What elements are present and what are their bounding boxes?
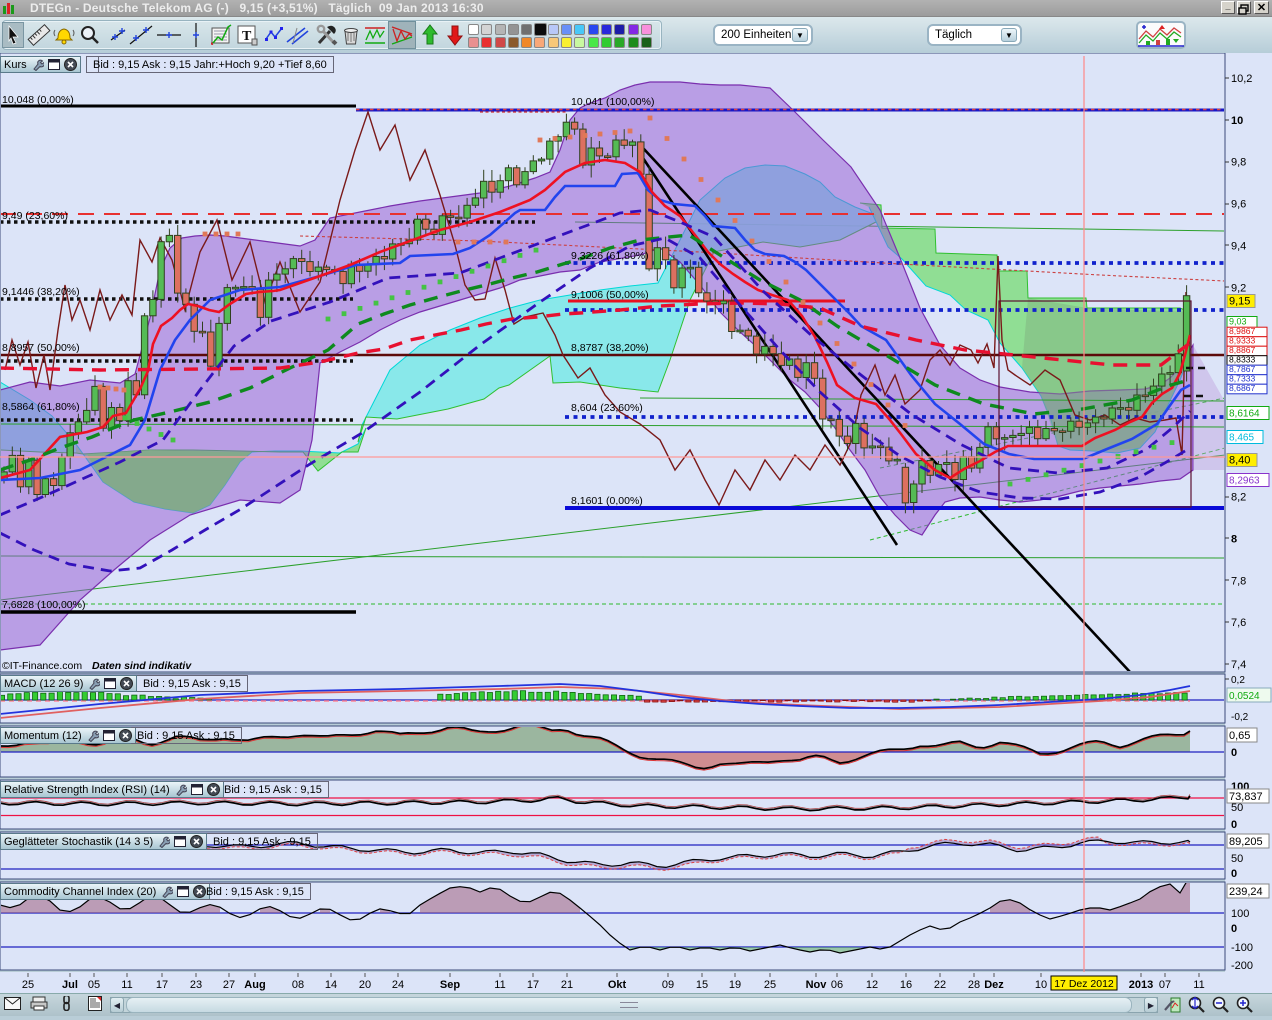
svg-text:8,2963: 8,2963	[1229, 476, 1260, 487]
svg-text:50: 50	[1231, 802, 1243, 814]
svg-text:0,0524: 0,0524	[1229, 691, 1260, 702]
svg-text:25: 25	[22, 979, 34, 991]
svg-text:8,2: 8,2	[1231, 492, 1246, 504]
svg-text:06: 06	[831, 979, 843, 991]
svg-text:Dez: Dez	[984, 979, 1004, 991]
svg-text:T: T	[242, 29, 252, 44]
svg-text:11: 11	[494, 979, 505, 991]
svg-text:05: 05	[88, 979, 100, 991]
svg-text:0: 0	[1231, 747, 1237, 759]
svg-text:17 Dez 2012: 17 Dez 2012	[1054, 978, 1114, 990]
svg-text:27: 27	[223, 979, 235, 991]
svg-text:10,2: 10,2	[1231, 73, 1252, 85]
svg-text:10,048 (0,00%): 10,048 (0,00%)	[2, 94, 74, 106]
svg-text:50: 50	[1231, 853, 1243, 865]
svg-text:21: 21	[561, 979, 573, 991]
svg-text:Okt: Okt	[608, 979, 627, 991]
svg-text:16: 16	[900, 979, 912, 991]
svg-text:9,49 (23,60%): 9,49 (23,60%)	[2, 210, 68, 222]
svg-text:8,1601 (0,00%): 8,1601 (0,00%)	[571, 495, 643, 507]
svg-text:9,15: 9,15	[1229, 296, 1250, 308]
svg-text:7,6: 7,6	[1231, 617, 1246, 629]
svg-text:Sep: Sep	[440, 979, 460, 991]
svg-text:8,604 (23,60%): 8,604 (23,60%)	[571, 402, 643, 414]
svg-text:9,3226 (61,80%): 9,3226 (61,80%)	[571, 250, 649, 262]
svg-text:7,4: 7,4	[1231, 659, 1246, 671]
svg-text:28: 28	[968, 979, 980, 991]
svg-text:25: 25	[764, 979, 776, 991]
svg-text:-100: -100	[1231, 942, 1253, 954]
svg-text:8,40: 8,40	[1229, 455, 1250, 467]
svg-text:©IT-Finance.com: ©IT-Finance.com	[2, 660, 82, 672]
svg-text:8,6164: 8,6164	[1229, 409, 1260, 420]
svg-text:8,7867: 8,7867	[1229, 364, 1256, 374]
svg-text:0,2: 0,2	[1231, 675, 1245, 686]
svg-text:8,8333: 8,8333	[1229, 354, 1256, 364]
svg-text:09: 09	[662, 979, 674, 991]
svg-text:0,65: 0,65	[1229, 730, 1250, 742]
svg-text:100: 100	[1231, 908, 1249, 920]
svg-text:9,6: 9,6	[1231, 199, 1246, 211]
svg-text:10: 10	[1231, 115, 1243, 127]
svg-text:Daten sind indikativ: Daten sind indikativ	[92, 660, 192, 672]
svg-text:12: 12	[866, 979, 878, 991]
svg-text:0: 0	[1231, 923, 1237, 935]
svg-text:8,5864 (61,80%): 8,5864 (61,80%)	[2, 401, 80, 413]
svg-text:Jul: Jul	[62, 979, 78, 991]
svg-text:8,8787 (38,20%): 8,8787 (38,20%)	[571, 342, 649, 354]
svg-text:0: 0	[1231, 819, 1237, 831]
svg-text:07: 07	[1159, 979, 1171, 991]
svg-text:8: 8	[1231, 533, 1237, 545]
svg-text:-200: -200	[1231, 960, 1253, 972]
svg-text:9,8: 9,8	[1231, 157, 1246, 169]
svg-text:7,8: 7,8	[1231, 575, 1246, 587]
svg-text:8,465: 8,465	[1229, 433, 1254, 444]
svg-text:8,7333: 8,7333	[1229, 373, 1256, 383]
svg-text:9,1006 (50,00%): 9,1006 (50,00%)	[571, 289, 649, 301]
svg-text:8,6867: 8,6867	[1229, 383, 1256, 393]
svg-text:17: 17	[156, 979, 168, 991]
svg-text:19: 19	[729, 979, 741, 991]
svg-text:08: 08	[292, 979, 304, 991]
svg-text:9,2: 9,2	[1231, 282, 1246, 294]
svg-text:17: 17	[527, 979, 539, 991]
svg-text:8,8867: 8,8867	[1229, 345, 1256, 355]
svg-text:10,041 (100,00%): 10,041 (100,00%)	[571, 96, 654, 108]
svg-text:22: 22	[934, 979, 946, 991]
svg-text:9,1446 (38,20%): 9,1446 (38,20%)	[2, 286, 80, 298]
svg-text:Nov: Nov	[806, 979, 828, 991]
svg-text:9,4: 9,4	[1231, 240, 1246, 252]
svg-text:Aug: Aug	[244, 979, 265, 991]
svg-text:89,205: 89,205	[1229, 836, 1263, 848]
svg-text:7,6828 (100,00%): 7,6828 (100,00%)	[2, 599, 85, 611]
svg-text:24: 24	[392, 979, 404, 991]
svg-text:239,24: 239,24	[1229, 886, 1263, 898]
svg-text:10: 10	[1035, 979, 1047, 991]
svg-text:11: 11	[121, 979, 132, 991]
svg-text:14: 14	[325, 979, 337, 991]
svg-text:11: 11	[1193, 979, 1204, 991]
svg-text:0: 0	[1231, 868, 1237, 880]
svg-text:15: 15	[696, 979, 708, 991]
svg-text:-0,2: -0,2	[1231, 712, 1249, 723]
svg-text:23: 23	[190, 979, 202, 991]
svg-text:20: 20	[359, 979, 371, 991]
svg-text:2013: 2013	[1129, 979, 1153, 991]
svg-text:8,9867: 8,9867	[1229, 326, 1256, 336]
svg-text:8,9333: 8,9333	[1229, 335, 1256, 345]
svg-text:8,8957 (50,00%): 8,8957 (50,00%)	[2, 342, 80, 354]
